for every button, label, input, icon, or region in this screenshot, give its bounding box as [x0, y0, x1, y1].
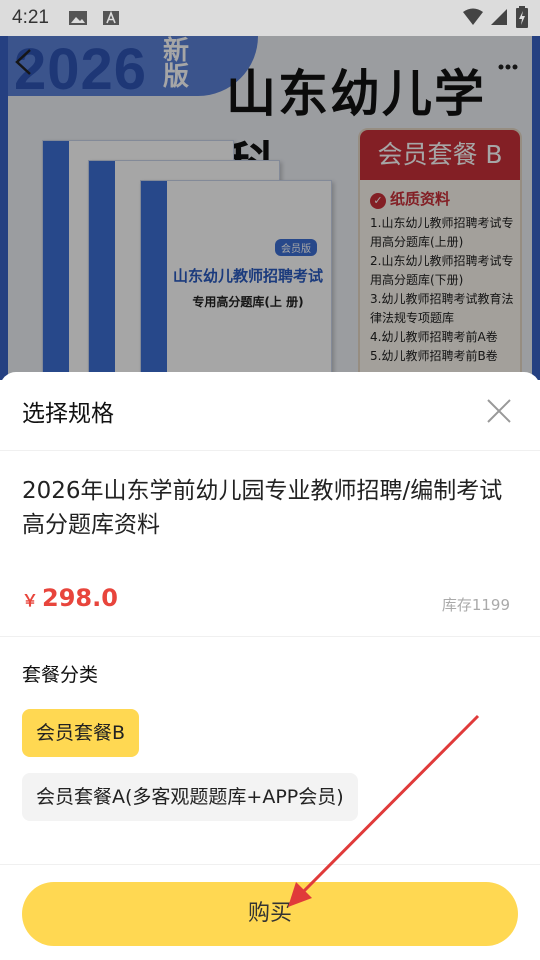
price-currency: ￥ [22, 591, 39, 610]
battery-icon [516, 6, 528, 28]
close-button[interactable] [484, 396, 514, 426]
divider [0, 864, 540, 865]
status-bar: 4:21 [0, 0, 540, 36]
text-icon [103, 10, 119, 25]
category-title: 套餐分类 [22, 664, 99, 686]
price-value: 298.0 [42, 584, 118, 612]
wifi-icon [463, 8, 483, 25]
product-name: 2026年山东学前幼儿园专业教师招聘/编制考试高分题库资料 [22, 478, 503, 538]
option-package-a[interactable]: 会员套餐A(多客观题题库+APP会员) [22, 773, 358, 821]
stock-count: 库存1199 [441, 596, 510, 614]
price: ￥ 298.0 [22, 584, 118, 612]
dim-overlay[interactable] [0, 0, 540, 380]
signal-icon [491, 9, 507, 25]
sheet-title: 选择规格 [22, 401, 114, 427]
image-icon [69, 11, 87, 25]
divider [0, 636, 540, 637]
divider [0, 450, 540, 451]
spec-sheet: 选择规格 2026年山东学前幼儿园专业教师招聘/编制考试高分题库资料 ￥ 298.… [0, 372, 540, 960]
option-package-b[interactable]: 会员套餐B [22, 709, 140, 757]
buy-button[interactable]: 购买 [22, 882, 518, 946]
status-time: 4:21 [12, 7, 49, 28]
close-icon [487, 399, 511, 423]
